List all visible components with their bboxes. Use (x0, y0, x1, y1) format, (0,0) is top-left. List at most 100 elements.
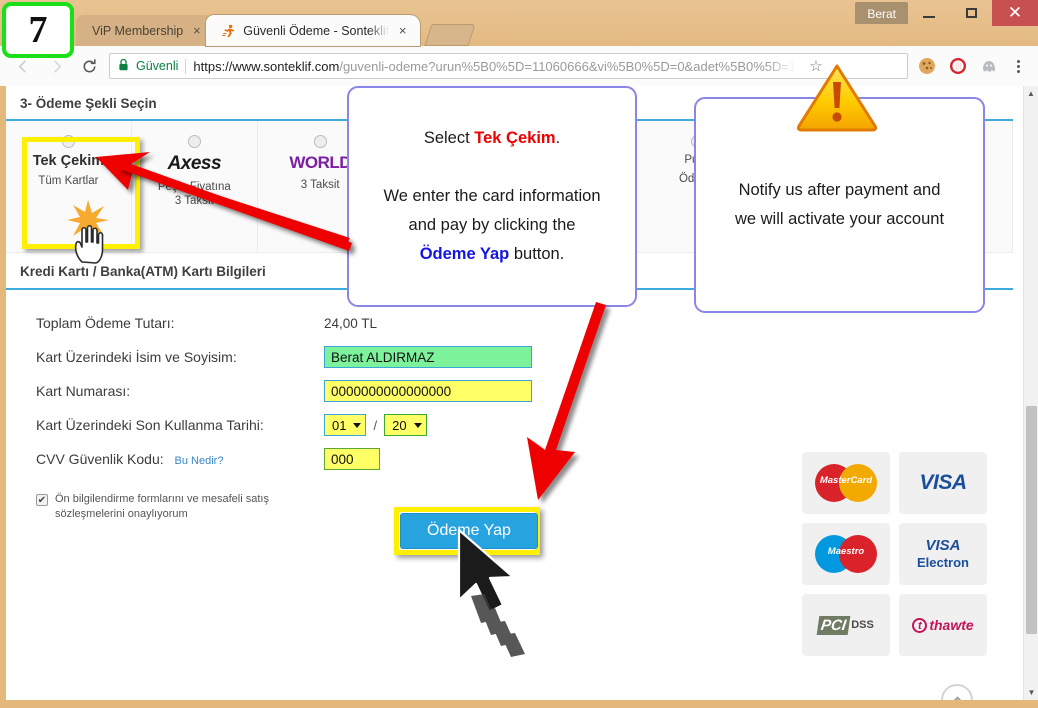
secure-label: Güvenli (136, 59, 179, 73)
axess-logo: Axess (167, 153, 222, 174)
logo-thawte: t thawte (899, 594, 987, 656)
step-number-badge: 7 (2, 2, 74, 58)
thawte-label: thawte (929, 617, 974, 633)
cardnumber-input[interactable]: 0000000000000000 (324, 380, 532, 402)
visa-electron-icon: VISA Electron (917, 538, 969, 570)
tab-title: ViP Membership (92, 23, 184, 38)
world-logo: WORLD (289, 153, 352, 172)
logo-visa: VISA (899, 452, 987, 514)
callout1-l1-em: Tek Çekim (474, 129, 556, 148)
mastercard-icon: MasterCard (815, 464, 877, 502)
expiry-year-select[interactable]: 20 (384, 414, 427, 436)
pci-dss-icon: PCI DSS (816, 615, 874, 635)
row-cardholder: Kart Üzerindeki İsim ve Soyisim: Berat A… (6, 340, 1013, 374)
cardholder-input[interactable]: Berat ALDIRMAZ (324, 346, 532, 368)
logo-mastercard: MasterCard (802, 452, 890, 514)
payment-option-axess[interactable]: Axess Peşin Fiyatına 3 Taksit (131, 121, 258, 252)
omnibox-separator (185, 58, 187, 74)
mastercard-label: MasterCard (819, 475, 873, 486)
expiry-month-select[interactable]: 01 (324, 414, 367, 436)
browser-toolbar: Güvenli https://www.sonteklif.com/guvenl… (0, 46, 1038, 86)
cardnumber-label: Kart Numarası: (36, 383, 131, 399)
callout2-l1: Notify us after payment and (738, 181, 941, 200)
row-expiry: Kart Üzerindeki Son Kullanma Tarihi: 01 … (6, 408, 1013, 442)
callout1-l1-post: . (555, 129, 561, 148)
browser-menu-button[interactable] (1008, 59, 1028, 73)
option-subtitle: Peşin Fiyatına 3 Taksit (157, 181, 231, 208)
expiry-label: Kart Üzerindeki Son Kullanma Tarihi: (36, 417, 264, 433)
tab-vip-membership[interactable]: ViP Membership × (76, 15, 215, 46)
cvv-label: CVV Güvenlik Kodu: (36, 451, 164, 467)
row-cardnumber: Kart Numarası: 0000000000000000 (6, 374, 1013, 408)
callout1-text: Select Tek Çekim. We enter the card info… (383, 124, 600, 268)
agreement-checkbox[interactable]: ✔ (36, 494, 48, 506)
close-button[interactable]: ✕ (992, 0, 1038, 26)
expiry-month-value: 01 (332, 417, 347, 433)
new-tab-button[interactable] (424, 24, 476, 46)
page-scrollbar[interactable]: ▲ ▼ (1023, 86, 1038, 700)
cardholder-label: Kart Üzerindeki İsim ve Soyisim: (36, 349, 237, 365)
user-chip[interactable]: Berat (855, 2, 908, 24)
logo-pci-dss: PCI DSS (802, 594, 890, 656)
window-frame-bottom (0, 700, 1038, 708)
callout1-l1-pre: Select (423, 129, 475, 148)
chevron-down-icon (413, 422, 422, 428)
callout1-l2: We enter the card information (383, 187, 601, 206)
logo-visa-electron: VISA Electron (899, 523, 987, 585)
reload-button[interactable] (76, 53, 102, 79)
cvv-input[interactable]: 000 (324, 448, 380, 470)
scrollbar-thumb[interactable] (1026, 406, 1037, 634)
tab-close-icon[interactable]: × (396, 23, 409, 38)
maximize-button[interactable] (950, 0, 992, 26)
callout-select-tek-cekim: Select Tek Çekim. We enter the card info… (347, 86, 637, 307)
tab-title: Güvenli Ödeme - Sonteklif (243, 23, 390, 38)
logo-maestro: Maestro (802, 523, 890, 585)
radio-icon[interactable] (187, 135, 201, 148)
tab-close-icon[interactable]: × (190, 23, 203, 38)
agreement-text: Ön bilgilendirme formlarını ve mesafeli … (55, 493, 269, 520)
total-value: 24,00 TL (324, 315, 378, 331)
visa-icon: VISA (919, 471, 967, 494)
close-icon: ✕ (1007, 2, 1023, 23)
chevron-down-icon (353, 422, 362, 428)
visa-electron-bottom: Electron (916, 554, 969, 570)
expiry-year-value: 20 (392, 417, 407, 433)
url-text: https://www.sonteklif.com/guvenli-odeme?… (193, 59, 796, 74)
ghost-icon[interactable] (977, 54, 1001, 78)
hand-cursor-icon (72, 222, 106, 269)
scroll-down-button[interactable]: ▼ (1024, 685, 1038, 700)
pci-label: PCI (816, 615, 851, 635)
callout1-l3: and pay by clicking the (408, 215, 576, 234)
address-bar[interactable]: Güvenli https://www.sonteklif.com/guvenl… (109, 53, 908, 79)
thawte-mark: t (912, 617, 928, 633)
scroll-up-button[interactable]: ▲ (1024, 86, 1038, 101)
visa-electron-top: VISA (925, 537, 961, 555)
thawte-icon: t thawte (912, 617, 974, 633)
tab-guvenli-odeme[interactable]: Güvenli Ödeme - Sonteklif × (206, 15, 421, 46)
maximize-icon (965, 8, 977, 18)
runner-icon (222, 24, 236, 38)
scroll-to-top-button[interactable] (941, 684, 973, 700)
cookie-icon[interactable] (915, 54, 939, 78)
dss-label: DSS (851, 619, 874, 631)
callout2-l2: we will activate your account (734, 210, 945, 228)
option-subtitle: 3 Taksit (300, 179, 340, 191)
minimize-button[interactable] (908, 0, 950, 26)
radio-icon[interactable] (313, 135, 327, 148)
total-label: Toplam Ödeme Tutarı: (36, 315, 175, 331)
cvv-help-link[interactable]: Bu Nedir? (175, 455, 224, 467)
cvv-label-wrap: CVV Güvenlik Kodu: Bu Nedir? (36, 451, 324, 467)
url-host: https://www.sonteklif.com (193, 58, 340, 74)
adblock-icon[interactable] (946, 54, 970, 78)
minimize-icon (923, 16, 935, 18)
maestro-icon: Maestro (815, 535, 877, 573)
arrow-cursor-icon (455, 528, 565, 663)
maestro-label: Maestro (827, 546, 865, 557)
callout2-text: Notify us after payment and we will acti… (735, 176, 944, 234)
title-bar: Berat ✕ (855, 0, 1038, 26)
callout1-l4-em: Ödeme Yap (419, 244, 510, 263)
url-path: /guvenli-odeme?urun%5B0%5D=11060666&vi%5… (339, 58, 797, 74)
warning-triangle-icon (795, 62, 879, 137)
expiry-separator: / (373, 417, 378, 433)
callout1-l4-post: button. (509, 244, 565, 263)
